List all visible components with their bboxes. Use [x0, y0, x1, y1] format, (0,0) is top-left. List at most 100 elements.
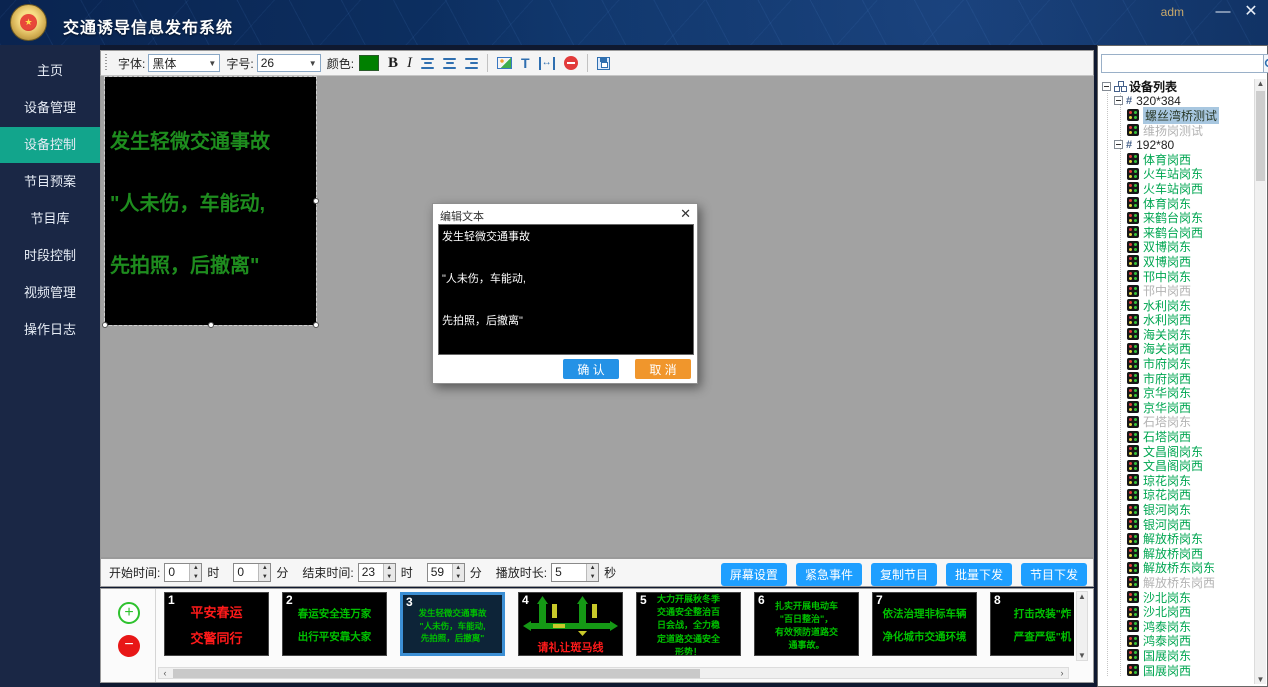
- tree-device-鸿泰岗西[interactable]: 鸿泰岗西: [1100, 634, 1254, 649]
- stepper-arrows[interactable]: ▲▼: [258, 564, 270, 581]
- end-hour-value[interactable]: 23: [359, 564, 383, 581]
- start-hour-stepper[interactable]: 0 ▲▼: [164, 563, 202, 582]
- expand-toggle-icon[interactable]: [1114, 96, 1123, 105]
- scroll-left-icon[interactable]: ‹: [159, 668, 171, 679]
- action-button-复制节目[interactable]: 复制节目: [871, 563, 937, 586]
- tree-device-琼花岗西[interactable]: 琼花岗西: [1100, 488, 1254, 503]
- tree-device-邗中岗东[interactable]: 邗中岗东: [1100, 269, 1254, 284]
- cancel-button[interactable]: 取 消: [635, 359, 691, 379]
- program-thumbnail-5[interactable]: 5大力开展秋冬季交通安全整治百日会战，全力稳定道路交通安全形势！: [636, 592, 741, 656]
- font-size-select[interactable]: 26 ▼: [257, 54, 321, 72]
- add-program-button[interactable]: +: [118, 602, 140, 624]
- action-button-节目下发[interactable]: 节目下发: [1021, 563, 1087, 586]
- tree-device-海关岗东[interactable]: 海关岗东: [1100, 327, 1254, 342]
- sidebar-item-时段控制[interactable]: 时段控制: [0, 238, 100, 274]
- tree-device-体育岗西[interactable]: 体育岗西: [1100, 152, 1254, 167]
- color-swatch[interactable]: [359, 55, 379, 71]
- tree-device-沙北岗西[interactable]: 沙北岗西: [1100, 604, 1254, 619]
- tree-device-邗中岗西[interactable]: 邗中岗西: [1100, 283, 1254, 298]
- tree-device-市府岗西[interactable]: 市府岗西: [1100, 371, 1254, 386]
- expand-toggle-icon[interactable]: [1114, 140, 1123, 149]
- tree-device-京华岗西[interactable]: 京华岗西: [1100, 400, 1254, 415]
- edit-text-area[interactable]: 发生轻微交通事故 "人未伤，车能动, 先拍照，后撤离": [438, 224, 694, 355]
- sidebar-item-设备管理[interactable]: 设备管理: [0, 90, 100, 126]
- remove-item-button[interactable]: [564, 56, 578, 70]
- font-select[interactable]: 黑体 ▼: [148, 54, 220, 72]
- program-thumbnail-8[interactable]: 8打击改装"炸严查严惩"机: [990, 592, 1074, 656]
- tree-device-火车站岗东[interactable]: 火车站岗东: [1100, 167, 1254, 182]
- scroll-down-icon[interactable]: ▼: [1255, 675, 1266, 684]
- tree-device-来鹤台岗东[interactable]: 来鹤台岗东: [1100, 210, 1254, 225]
- vertical-scrollbar[interactable]: ▲ ▼: [1076, 591, 1088, 661]
- led-preview-screen[interactable]: 发生轻微交通事故"人未伤，车能动,先拍照，后撤离": [105, 77, 316, 325]
- start-hour-value[interactable]: 0: [165, 564, 189, 581]
- tree-device-国展岗西[interactable]: 国展岗西: [1100, 663, 1254, 678]
- action-button-屏幕设置[interactable]: 屏幕设置: [721, 563, 787, 586]
- program-thumbnail-4[interactable]: 4请礼让斑马线: [518, 592, 623, 656]
- insert-text-button[interactable]: T: [521, 55, 530, 71]
- sidebar-item-设备控制[interactable]: 设备控制: [0, 127, 100, 163]
- scroll-up-icon[interactable]: ▲: [1077, 592, 1087, 601]
- stepper-arrows[interactable]: ▲▼: [189, 564, 201, 581]
- stepper-arrows[interactable]: ▲▼: [383, 564, 395, 581]
- tree-device-京华岗东[interactable]: 京华岗东: [1100, 385, 1254, 400]
- tree-device-国展岗东[interactable]: 国展岗东: [1100, 648, 1254, 663]
- tree-device-鸿泰岗东[interactable]: 鸿泰岗东: [1100, 619, 1254, 634]
- tree-device-螺丝湾桥测试[interactable]: 螺丝湾桥测试: [1100, 108, 1254, 123]
- close-icon[interactable]: ✕: [680, 206, 691, 222]
- sidebar-item-操作日志[interactable]: 操作日志: [0, 312, 100, 348]
- tree-device-石塔岗西[interactable]: 石塔岗西: [1100, 429, 1254, 444]
- program-thumbnail-3[interactable]: 3发生轻微交通事故"人未伤，车能动,先拍照，后撤离": [400, 592, 505, 656]
- stepper-arrows[interactable]: ▲▼: [586, 564, 598, 581]
- scroll-up-icon[interactable]: ▲: [1255, 79, 1266, 88]
- tree-device-海关岗西[interactable]: 海关岗西: [1100, 342, 1254, 357]
- program-thumbnail-7[interactable]: 7依法治理非标车辆净化城市交通环境: [872, 592, 977, 656]
- tree-device-双博岗西[interactable]: 双博岗西: [1100, 254, 1254, 269]
- save-button[interactable]: [597, 57, 610, 70]
- scroll-down-icon[interactable]: ▼: [1077, 651, 1087, 660]
- duration-stepper[interactable]: 5 ▲▼: [551, 563, 599, 582]
- end-minute-stepper[interactable]: 59 ▲▼: [427, 563, 465, 582]
- resize-handle-right[interactable]: [313, 198, 319, 204]
- resize-handle-bottom-left[interactable]: [102, 322, 108, 328]
- bold-button[interactable]: B: [388, 55, 398, 72]
- tree-device-双博岗东[interactable]: 双博岗东: [1100, 240, 1254, 255]
- tree-device-来鹤台岗西[interactable]: 来鹤台岗西: [1100, 225, 1254, 240]
- tree-device-解放桥岗东[interactable]: 解放桥岗东: [1100, 531, 1254, 546]
- sidebar-item-视频管理[interactable]: 视频管理: [0, 275, 100, 311]
- sidebar-item-节目预案[interactable]: 节目预案: [0, 164, 100, 200]
- tree-device-维扬岗测试[interactable]: 维扬岗测试: [1100, 123, 1254, 138]
- toolbar-grip[interactable]: [105, 54, 107, 72]
- expand-toggle-icon[interactable]: [1102, 82, 1111, 91]
- scrollbar-thumb[interactable]: [1256, 91, 1265, 181]
- tree-scrollbar[interactable]: ▲ ▼: [1254, 79, 1266, 684]
- start-minute-stepper[interactable]: 0 ▲▼: [233, 563, 271, 582]
- scroll-right-icon[interactable]: ›: [1056, 668, 1068, 679]
- logged-in-user[interactable]: adm: [1161, 5, 1184, 19]
- resize-handle-bottom[interactable]: [208, 322, 214, 328]
- duration-value[interactable]: 5: [552, 564, 586, 581]
- scrollbar-thumb[interactable]: [173, 669, 700, 678]
- program-thumbnail-6[interactable]: 6扎实开展电动车"百日整治"，有效预防道路交通事故。: [754, 592, 859, 656]
- italic-button[interactable]: I: [407, 55, 412, 72]
- tree-device-水利岗西[interactable]: 水利岗西: [1100, 313, 1254, 328]
- program-thumbnail-1[interactable]: 1平安春运交警同行: [164, 592, 269, 656]
- tree-device-水利岗东[interactable]: 水利岗东: [1100, 298, 1254, 313]
- delete-program-button[interactable]: −: [118, 635, 140, 657]
- start-minute-value[interactable]: 0: [234, 564, 258, 581]
- tree-device-解放桥东岗东[interactable]: 解放桥东岗东: [1100, 561, 1254, 576]
- tree-device-解放桥岗西[interactable]: 解放桥岗西: [1100, 546, 1254, 561]
- action-button-批量下发[interactable]: 批量下发: [946, 563, 1012, 586]
- tree-device-银河岗西[interactable]: 银河岗西: [1100, 517, 1254, 532]
- end-minute-value[interactable]: 59: [428, 564, 452, 581]
- tree-device-银河岗东[interactable]: 银河岗东: [1100, 502, 1254, 517]
- fit-width-button[interactable]: ↔: [539, 57, 555, 70]
- program-thumbnail-2[interactable]: 2春运安全连万家出行平安靠大家: [282, 592, 387, 656]
- tree-device-石塔岗东[interactable]: 石塔岗东: [1100, 415, 1254, 430]
- sidebar-item-节目库[interactable]: 节目库: [0, 201, 100, 237]
- tree-group-192*80[interactable]: #192*80: [1100, 137, 1254, 152]
- tree-device-解放桥东岗西[interactable]: 解放桥东岗西: [1100, 575, 1254, 590]
- confirm-button[interactable]: 确 认: [563, 359, 619, 379]
- action-button-紧急事件[interactable]: 紧急事件: [796, 563, 862, 586]
- align-center-button[interactable]: [443, 58, 456, 69]
